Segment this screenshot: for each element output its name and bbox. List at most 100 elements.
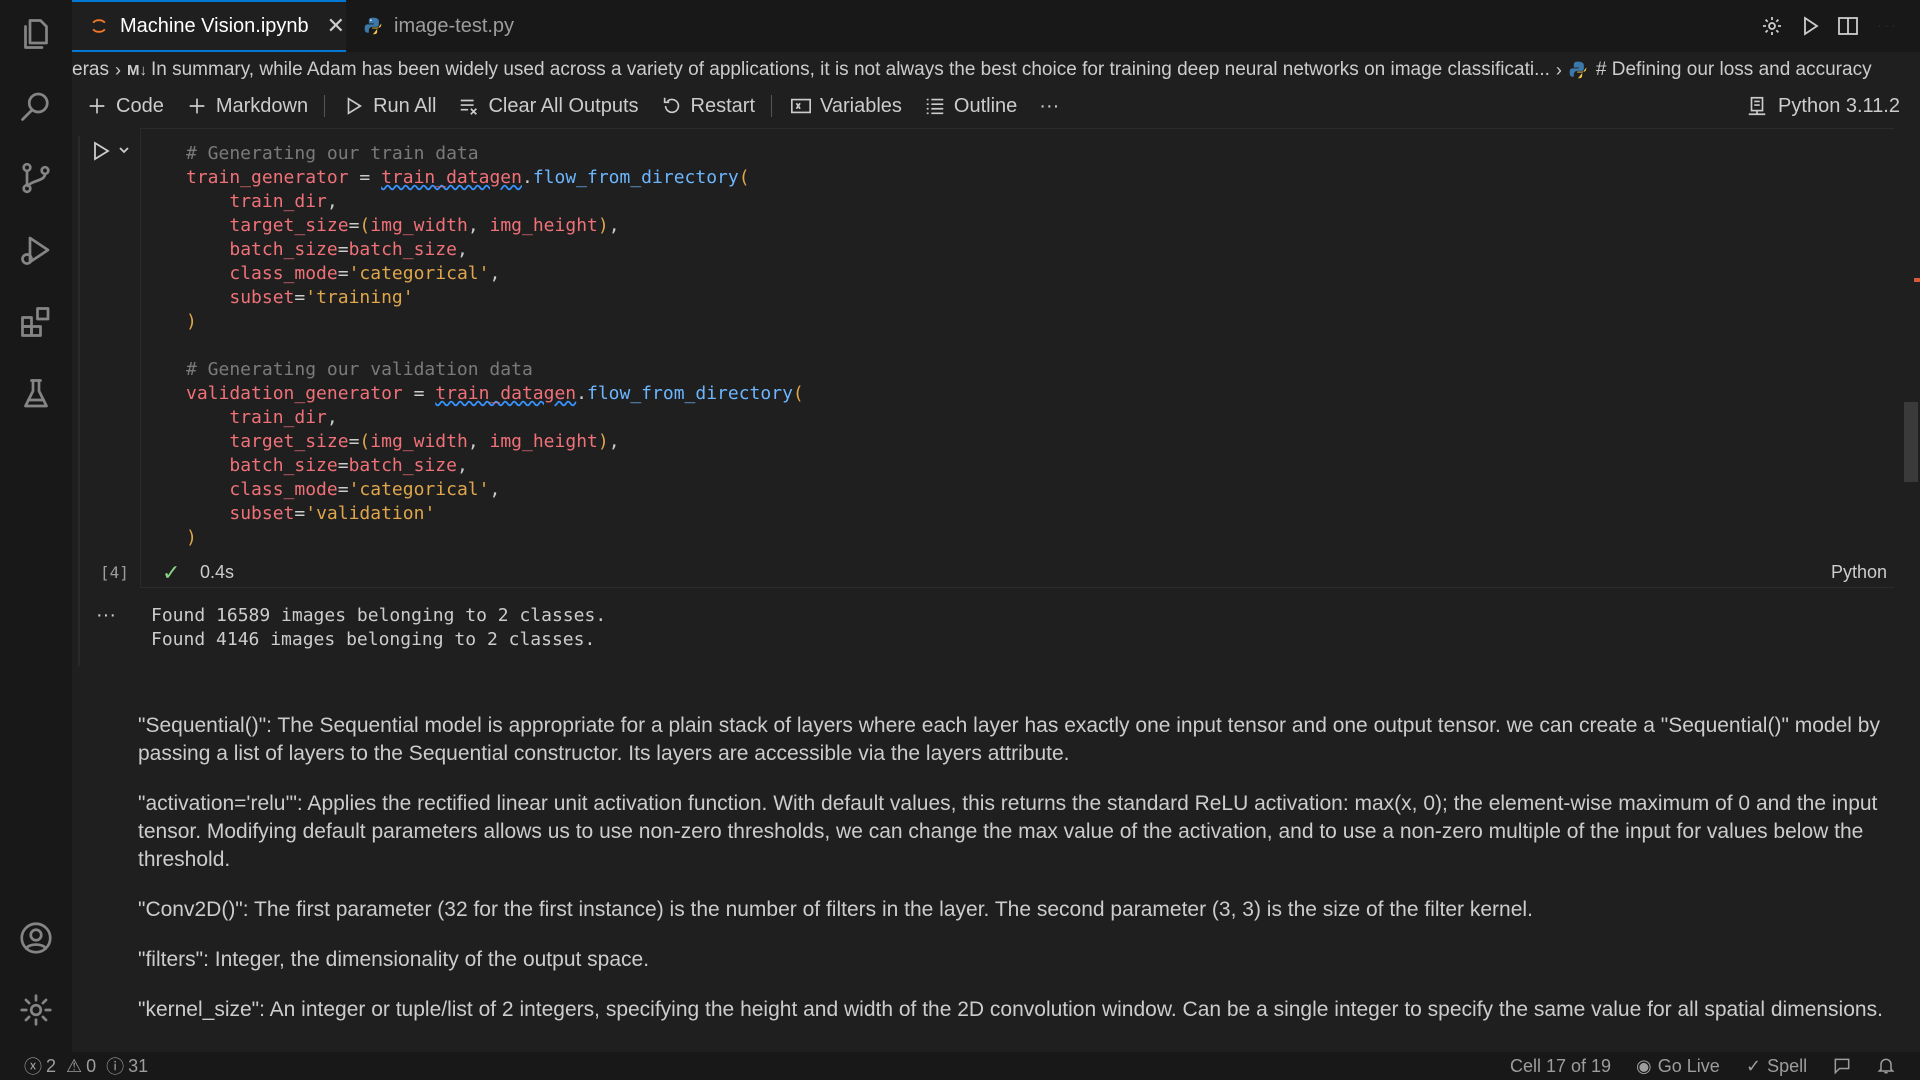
code-token: =	[348, 431, 360, 452]
kernel-label: Python 3.11.2	[1778, 94, 1900, 117]
breadcrumb: eras › M↓ In summary, while Adam has bee…	[72, 52, 1920, 88]
toolbar-divider	[771, 95, 772, 117]
breadcrumb-code-cell[interactable]: # Defining our loss and accuracy	[1596, 59, 1872, 81]
error-icon: ⓧ	[24, 1057, 42, 1077]
toolbar-divider	[324, 95, 326, 117]
explorer-icon[interactable]	[14, 12, 58, 56]
restart-button[interactable]: Restart	[661, 88, 755, 124]
account-icon[interactable]	[14, 916, 58, 960]
run-file-icon[interactable]	[1796, 12, 1824, 40]
code-token: ,	[456, 455, 468, 476]
tab-machine-vision[interactable]: Machine Vision.ipynb ✕	[72, 0, 346, 52]
cell-focus-gutter	[78, 136, 80, 666]
code-token: train_datagen	[381, 167, 522, 188]
run-cell-button[interactable]	[92, 140, 132, 167]
markdown-paragraph: "Conv2D()": The first parameter (32 for …	[138, 898, 1533, 921]
code-token: (	[359, 215, 371, 236]
run-all-label: Run All	[373, 94, 437, 117]
code-token: =	[348, 167, 382, 188]
cell-output: Found 16589 images belonging to 2 classe…	[151, 604, 606, 652]
code-token: subset	[229, 503, 295, 524]
markdown-paragraph: "kernel_size": An integer or tuple/list …	[138, 998, 1883, 1021]
go-live-label: Go Live	[1657, 1055, 1720, 1076]
clear-outputs-button[interactable]: Clear All Outputs	[458, 88, 639, 124]
feedback-icon[interactable]	[1832, 1052, 1852, 1080]
code-token: 'categorical'	[348, 479, 490, 500]
code-token: ,	[326, 191, 338, 212]
code-token: flow_from_directory	[532, 167, 739, 188]
variables-button[interactable]: Variables	[790, 88, 902, 124]
run-all-button[interactable]: Run All	[343, 88, 436, 124]
settings-icon[interactable]	[1758, 12, 1786, 40]
restart-label: Restart	[690, 94, 755, 117]
search-icon[interactable]	[14, 84, 58, 128]
code-token: .	[521, 167, 533, 188]
problems-indicator[interactable]: ⓧ 2 ⚠ 0 ⓘ 31	[24, 1052, 148, 1080]
warning-count: 0	[86, 1055, 97, 1076]
code-editor[interactable]: # Generating our train data train_genera…	[186, 142, 804, 550]
code-token: (	[359, 431, 371, 452]
code-token: train_datagen	[435, 383, 577, 404]
code-token: target_size	[229, 431, 349, 452]
code-token: =	[348, 215, 360, 236]
execution-time: 0.4s	[200, 562, 235, 582]
add-markdown-button[interactable]: Markdown	[186, 88, 308, 124]
code-token: )	[597, 431, 609, 452]
chevron-down-icon	[119, 147, 129, 154]
tab-image-test[interactable]: image-test.py	[346, 0, 516, 52]
add-code-button[interactable]: Code	[86, 88, 164, 124]
code-token: =	[337, 239, 349, 260]
markdown-paragraph: "Sequential()": The Sequential model is …	[138, 714, 1880, 765]
scrollbar-thumb[interactable]	[1904, 402, 1918, 482]
spell-button[interactable]: ✓ Spell	[1746, 1052, 1807, 1080]
breadcrumb-markdown-cell[interactable]: In summary, while Adam has been widely u…	[151, 59, 1550, 81]
notebook-toolbar: Code Markdown Run All Clear All Outputs …	[72, 88, 1920, 124]
code-token: batch_size	[229, 455, 338, 476]
close-icon[interactable]: ✕	[327, 13, 345, 39]
code-token: batch_size	[348, 239, 457, 260]
code-token: img_height	[489, 215, 598, 236]
split-editor-icon[interactable]	[1834, 12, 1862, 40]
more-toolbar-button[interactable]: ···	[1039, 88, 1059, 124]
outline-button[interactable]: Outline	[924, 88, 1017, 124]
cell-language-picker[interactable]: Python	[1831, 562, 1887, 583]
breadcrumb-prefix[interactable]: eras	[72, 59, 109, 81]
settings-gear-icon[interactable]	[14, 988, 58, 1032]
check-icon: ✓	[1746, 1055, 1762, 1076]
info-icon: ⓘ	[106, 1057, 125, 1077]
markdown-paragraph: "activation='relu'": Applies the rectifi…	[138, 792, 1878, 871]
code-token: train_dir	[229, 407, 327, 428]
add-markdown-label: Markdown	[215, 94, 309, 117]
success-check-icon: ✓	[162, 560, 181, 585]
notifications-bell-icon[interactable]	[1876, 1052, 1896, 1080]
clear-outputs-label: Clear All Outputs	[488, 94, 639, 117]
code-token: (	[738, 167, 750, 188]
markdown-cell[interactable]: "Sequential()": The Sequential model is …	[138, 712, 1888, 1046]
code-token: train_generator	[186, 167, 349, 188]
code-token: 'training'	[305, 287, 414, 308]
run-debug-icon[interactable]	[14, 228, 58, 272]
cell-position[interactable]: Cell 17 of 19	[1510, 1052, 1611, 1080]
code-token: validation_generator	[186, 383, 403, 404]
extensions-icon[interactable]	[14, 300, 58, 344]
code-token: )	[597, 215, 609, 236]
code-token: ,	[467, 431, 490, 452]
source-control-icon[interactable]	[14, 156, 58, 200]
code-token: batch_size	[229, 239, 338, 260]
tab-bar: Machine Vision.ipynb ✕ image-test.py	[72, 0, 1920, 52]
variables-label: Variables	[820, 94, 902, 117]
more-actions-icon[interactable]	[1872, 12, 1900, 40]
output-actions-button[interactable]: ···	[96, 604, 116, 627]
broadcast-icon: ◉	[1636, 1055, 1652, 1076]
kernel-picker[interactable]: Python 3.11.2	[1746, 88, 1900, 124]
code-comment: # Generating our train data	[186, 143, 479, 164]
status-bar: ⓧ 2 ⚠ 0 ⓘ 31 Cell 17 of 19 ◉ Go Live ✓ S…	[0, 1052, 1920, 1080]
code-token: =	[294, 287, 306, 308]
testing-icon[interactable]	[14, 372, 58, 416]
spell-label: Spell	[1767, 1055, 1808, 1076]
markdown-icon: M↓	[126, 61, 147, 79]
go-live-button[interactable]: ◉ Go Live	[1636, 1052, 1720, 1080]
warning-icon: ⚠	[66, 1055, 83, 1076]
outline-label: Outline	[953, 94, 1018, 117]
code-token: img_width	[370, 215, 468, 236]
